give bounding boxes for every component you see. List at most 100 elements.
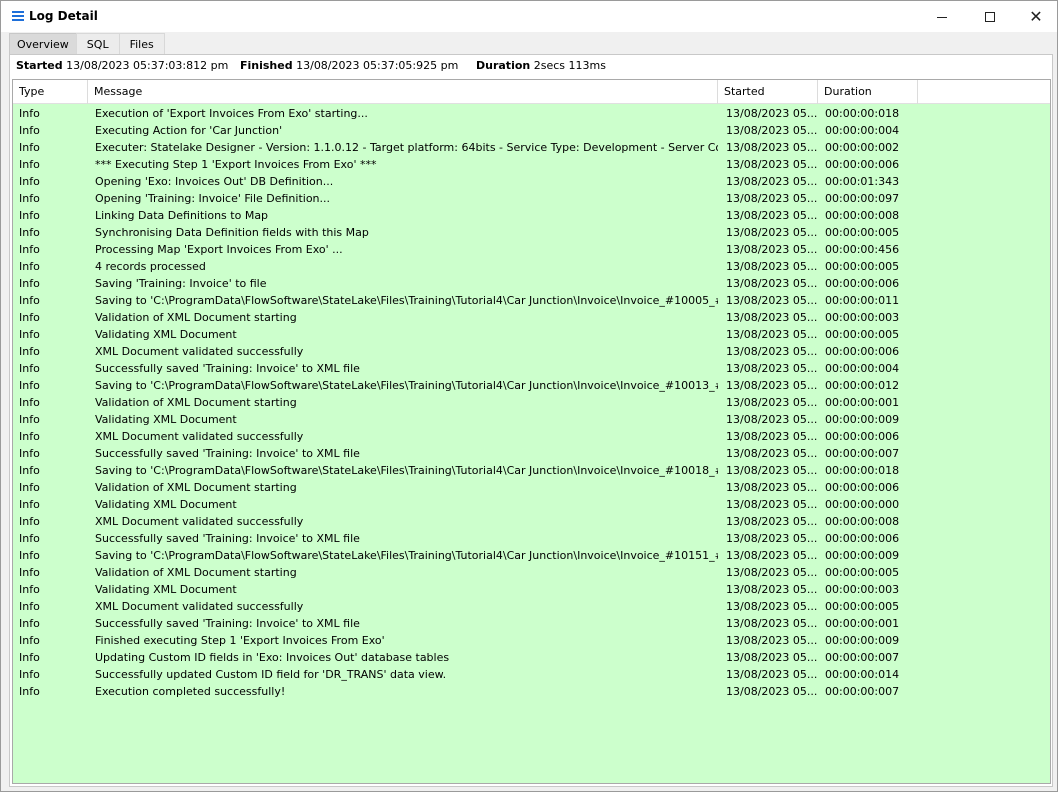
cell-duration: 00:00:00:003 — [825, 311, 900, 324]
table-row[interactable]: Info Validating XML Document 13/08/2023 05… — [13, 326, 1050, 343]
cell-duration: 00:00:00:005 — [825, 600, 900, 613]
cell-type: Info — [19, 413, 40, 426]
cell-duration: 00:00:00:000 — [825, 498, 900, 511]
table-row[interactable]: Info Finished executing Step 1 'Export In… — [13, 632, 1050, 649]
table-row[interactable]: Info Validation of XML Document starting 1… — [13, 479, 1050, 496]
cell-type: Info — [19, 464, 40, 477]
title-bar[interactable]: Log Detail ✕ — [1, 1, 1057, 32]
cell-started: 13/08/2023 05... — [726, 158, 818, 171]
table-row[interactable]: Info 4 records processed 13/08/2023 05... 0… — [13, 258, 1050, 275]
cell-message: Executing Action for 'Car Junction' — [95, 124, 283, 137]
duration-label: Duration — [476, 59, 531, 72]
duration-value: 2secs 113ms — [533, 59, 606, 72]
tab-overview[interactable]: Overview — [9, 33, 77, 54]
table-row[interactable]: Info XML Document validated successfully 1… — [13, 513, 1050, 530]
cell-started: 13/08/2023 05... — [726, 498, 818, 511]
cell-message: Validating XML Document — [95, 583, 237, 596]
cell-duration: 00:00:00:005 — [825, 566, 900, 579]
table-row[interactable]: Info Saving to 'C:\ProgramData\FlowSoftwa… — [13, 547, 1050, 564]
log-detail-window: Log Detail ✕ Overview SQL Files Started … — [0, 0, 1058, 792]
column-header-duration[interactable]: Duration — [818, 80, 918, 104]
table-row[interactable]: Info Processing Map 'Export Invoices From… — [13, 241, 1050, 258]
table-row[interactable]: Info Successfully saved 'Training: Invoic… — [13, 530, 1050, 547]
column-header-started[interactable]: Started — [718, 80, 818, 104]
cell-duration: 00:00:00:456 — [825, 243, 900, 256]
tab-files[interactable]: Files — [118, 33, 165, 54]
minimize-button[interactable] — [919, 1, 965, 32]
cell-started: 13/08/2023 05... — [726, 294, 818, 307]
table-row[interactable]: Info Synchronising Data Definition fields… — [13, 224, 1050, 241]
cell-duration: 00:00:00:004 — [825, 362, 900, 375]
table-row[interactable]: Info Validation of XML Document starting 1… — [13, 564, 1050, 581]
list-icon — [12, 11, 24, 21]
cell-started: 13/08/2023 05... — [726, 192, 818, 205]
cell-type: Info — [19, 345, 40, 358]
cell-started: 13/08/2023 05... — [726, 481, 818, 494]
log-grid[interactable]: Type Message Started Duration Info Execut… — [12, 79, 1051, 784]
cell-message: Opening 'Exo: Invoices Out' DB Definitio… — [95, 175, 334, 188]
table-row[interactable]: Info Linking Data Definitions to Map 13/08… — [13, 207, 1050, 224]
table-row[interactable]: Info Validation of XML Document starting 1… — [13, 309, 1050, 326]
cell-type: Info — [19, 209, 40, 222]
cell-started: 13/08/2023 05... — [726, 583, 818, 596]
cell-duration: 00:00:00:006 — [825, 345, 900, 358]
cell-started: 13/08/2023 05... — [726, 107, 818, 120]
cell-started: 13/08/2023 05... — [726, 566, 818, 579]
table-row[interactable]: Info Validating XML Document 13/08/2023 05… — [13, 411, 1050, 428]
cell-message: Validating XML Document — [95, 498, 237, 511]
table-row[interactable]: Info Validation of XML Document starting 1… — [13, 394, 1050, 411]
table-row[interactable]: Info XML Document validated successfully 1… — [13, 598, 1050, 615]
close-button[interactable]: ✕ — [1013, 1, 1058, 32]
cell-message: Synchronising Data Definition fields wit… — [95, 226, 369, 239]
cell-started: 13/08/2023 05... — [726, 124, 818, 137]
table-row[interactable]: Info Opening 'Training: Invoice' File Def… — [13, 190, 1050, 207]
cell-message: Successfully saved 'Training: Invoice' t… — [95, 447, 360, 460]
table-row[interactable]: Info Execution completed successfully! 13/… — [13, 683, 1050, 700]
table-row[interactable]: Info Saving to 'C:\ProgramData\FlowSoftwa… — [13, 462, 1050, 479]
cell-type: Info — [19, 600, 40, 613]
cell-started: 13/08/2023 05... — [726, 260, 818, 273]
table-row[interactable]: Info Validating XML Document 13/08/2023 05… — [13, 496, 1050, 513]
table-row[interactable]: Info Opening 'Exo: Invoices Out' DB Defin… — [13, 173, 1050, 190]
cell-message: Validating XML Document — [95, 413, 237, 426]
column-header-message[interactable]: Message — [88, 80, 718, 104]
tab-bar: Overview SQL Files — [9, 33, 165, 54]
cell-duration: 00:00:00:012 — [825, 379, 900, 392]
tab-sql[interactable]: SQL — [75, 33, 120, 54]
table-row[interactable]: Info Successfully saved 'Training: Invoic… — [13, 445, 1050, 462]
table-row[interactable]: Info Saving to 'C:\ProgramData\FlowSoftwa… — [13, 377, 1050, 394]
table-row[interactable]: Info Saving to 'C:\ProgramData\FlowSoftwa… — [13, 292, 1050, 309]
table-row[interactable]: Info XML Document validated successfully 1… — [13, 428, 1050, 445]
cell-message: XML Document validated successfully — [95, 345, 304, 358]
table-row[interactable]: Info Validating XML Document 13/08/2023 05… — [13, 581, 1050, 598]
cell-message: XML Document validated successfully — [95, 515, 304, 528]
table-row[interactable]: Info Saving 'Training: Invoice' to file 13… — [13, 275, 1050, 292]
cell-type: Info — [19, 481, 40, 494]
table-row[interactable]: Info Successfully saved 'Training: Invoic… — [13, 360, 1050, 377]
maximize-button[interactable] — [967, 1, 1013, 32]
table-row[interactable]: Info Successfully updated Custom ID field… — [13, 666, 1050, 683]
cell-started: 13/08/2023 05... — [726, 243, 818, 256]
column-header-type[interactable]: Type — [13, 80, 88, 104]
table-row[interactable]: Info XML Document validated successfully 1… — [13, 343, 1050, 360]
started-label: Started — [16, 59, 63, 72]
table-row[interactable]: Info Executing Action for 'Car Junction' 1… — [13, 122, 1050, 139]
cell-duration: 00:00:00:018 — [825, 464, 900, 477]
table-row[interactable]: Info Executer: Statelake Designer - Versi… — [13, 139, 1050, 156]
cell-type: Info — [19, 430, 40, 443]
cell-duration: 00:00:00:006 — [825, 430, 900, 443]
table-row[interactable]: Info Successfully saved 'Training: Invoic… — [13, 615, 1050, 632]
cell-type: Info — [19, 566, 40, 579]
cell-started: 13/08/2023 05... — [726, 209, 818, 222]
cell-type: Info — [19, 498, 40, 511]
table-row[interactable]: Info Updating Custom ID fields in 'Exo: I… — [13, 649, 1050, 666]
cell-message: Validation of XML Document starting — [95, 396, 297, 409]
table-row[interactable]: Info Execution of 'Export Invoices From E… — [13, 105, 1050, 122]
cell-duration: 00:00:00:006 — [825, 277, 900, 290]
cell-message: Finished executing Step 1 'Export Invoic… — [95, 634, 385, 647]
cell-duration: 00:00:00:001 — [825, 396, 900, 409]
finished-value: 13/08/2023 05:37:05:925 pm — [296, 59, 459, 72]
cell-started: 13/08/2023 05... — [726, 651, 818, 664]
table-row[interactable]: Info *** Executing Step 1 'Export Invoice… — [13, 156, 1050, 173]
cell-started: 13/08/2023 05... — [726, 328, 818, 341]
